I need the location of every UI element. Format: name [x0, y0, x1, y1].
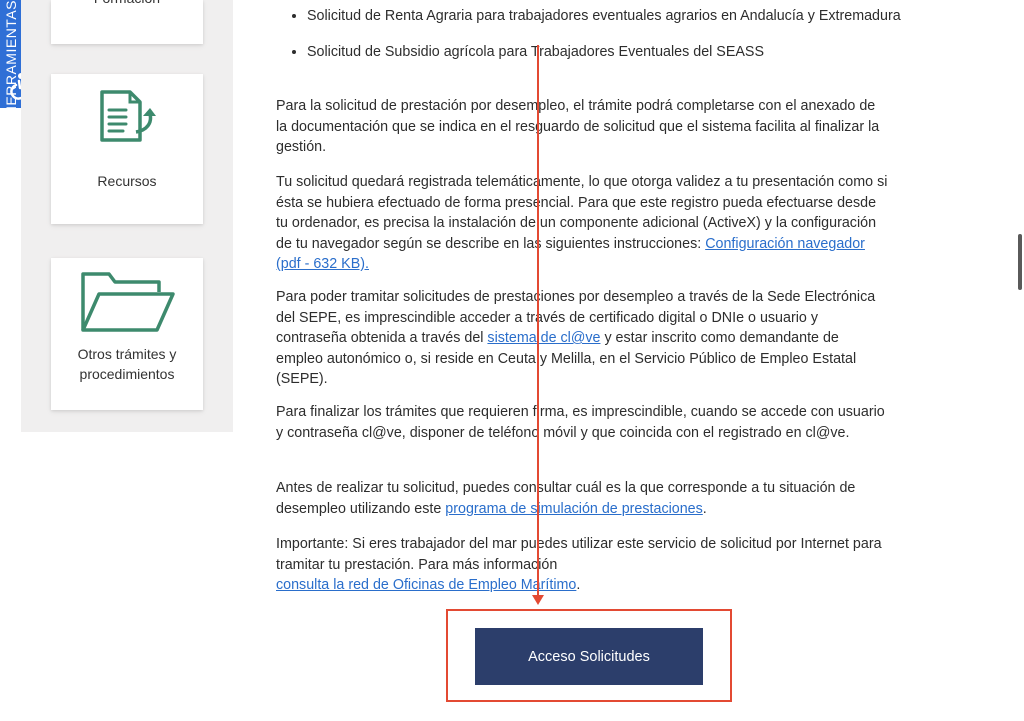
paragraph-registro: Tu solicitud quedará registrada telemáti…	[276, 172, 888, 275]
card-recursos[interactable]: Recursos	[51, 74, 203, 224]
benefit-simulation-link[interactable]: programa de simulación de prestaciones	[445, 501, 702, 517]
maritime-offices-link[interactable]: consulta la red de Oficinas de Empleo Ma…	[276, 577, 576, 593]
annotation-arrow-head	[532, 595, 544, 605]
paragraph-firma: Para finalizar los trámites que requiere…	[276, 404, 885, 441]
paragraph-simulacion: Antes de realizar tu solicitud, puedes c…	[276, 478, 888, 519]
card-recursos-label: Recursos	[97, 173, 157, 189]
paragraph-maritimo: Importante: Si eres trabajador del mar p…	[276, 534, 888, 596]
paragraph-acceso: Para poder tramitar solicitudes de prest…	[276, 287, 888, 390]
side-panel: Formación Recursos Otros trámites y proc…	[21, 0, 233, 432]
list-item: Solicitud de Subsidio agrícola para Trab…	[307, 42, 919, 63]
annotation-arrow-line	[537, 45, 539, 597]
paragraph-anexado: Para la solicitud de prestación por dese…	[276, 98, 880, 155]
access-requests-button[interactable]: Acceso Solicitudes	[475, 628, 703, 685]
card-formacion-label: Formación	[51, 0, 203, 8]
clave-system-link[interactable]: sistema de cl@ve	[487, 330, 600, 346]
document-reply-icon	[96, 88, 160, 154]
card-otros-tramites[interactable]: Otros trámites y procedimientos	[51, 258, 203, 410]
card-otros-tramites-label: Otros trámites y procedimientos	[77, 346, 177, 382]
paragraph-maritimo-text: Importante: Si eres trabajador del mar p…	[276, 536, 882, 573]
bullet-list: Solicitud de Renta Agraria para trabajad…	[276, 6, 919, 62]
scrollbar-thumb[interactable]	[1018, 234, 1022, 290]
list-item: Solicitud de Renta Agraria para trabajad…	[307, 6, 919, 27]
card-formacion[interactable]: Formación	[51, 0, 203, 44]
paragraph-maritimo-end: .	[576, 577, 581, 593]
folder-icon	[79, 270, 177, 338]
paragraph-simulacion-end: .	[702, 500, 707, 517]
